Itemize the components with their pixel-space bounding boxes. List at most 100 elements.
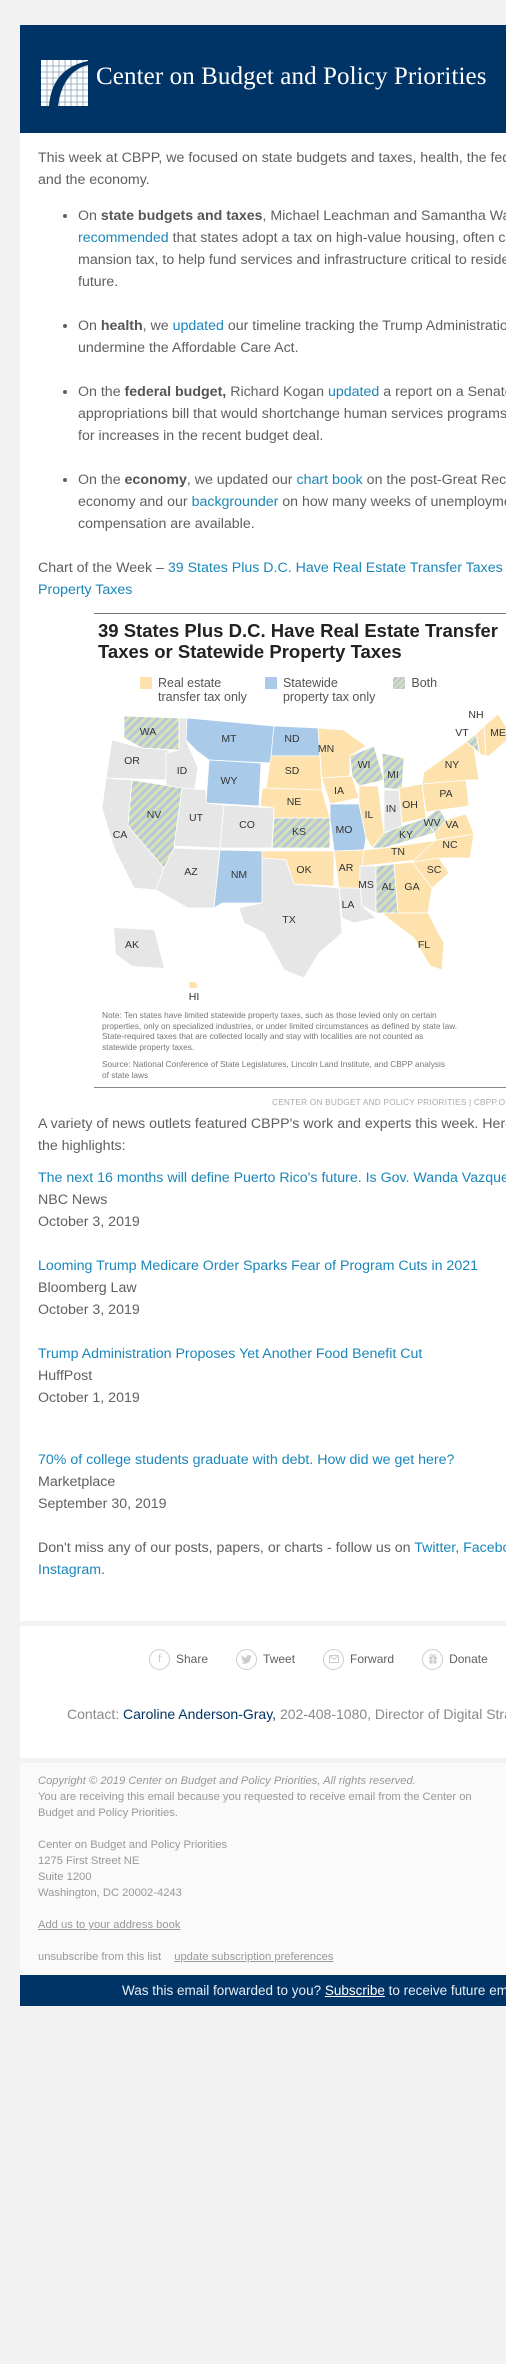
legend-swatch	[393, 677, 406, 689]
state-hi	[189, 982, 198, 988]
state-label-ky: KY	[399, 829, 413, 841]
state-label-al: AL	[382, 881, 395, 893]
chart-top-rule	[94, 613, 506, 614]
donate-button[interactable]: Donate	[422, 1648, 488, 1670]
news-title-link[interactable]: The next 16 months will define Puerto Ri…	[38, 1167, 506, 1189]
backgrounder-link[interactable]: backgrounder	[192, 494, 279, 510]
news-item: The next 16 months will define Puerto Ri…	[38, 1167, 506, 1233]
twitter-icon	[236, 1648, 258, 1670]
list-item: On state budgets and taxes, Michael Leac…	[78, 205, 506, 293]
legend-item-property: Statewide property tax only	[264, 676, 375, 704]
forward-button[interactable]: Forward	[323, 1648, 394, 1670]
legend-item-real-estate: Real estate transfer tax only	[140, 676, 247, 704]
state-label-mt: MT	[221, 733, 237, 745]
state-label-mi: MI	[387, 769, 399, 781]
contact-line: Contact: Caroline Anderson-Gray, 202-408…	[67, 1706, 506, 1722]
state-label-wy: WY	[221, 775, 238, 787]
org-name: Center on Budget and Policy Priorities	[96, 63, 487, 90]
legend-item-both: Both	[393, 676, 437, 704]
state-label-az: AZ	[184, 866, 198, 878]
news-item: Looming Trump Medicare Order Sparks Fear…	[38, 1255, 506, 1321]
state-label-pa: PA	[439, 788, 452, 800]
address-line: Washington, DC 20002-4243	[38, 1887, 182, 1899]
list-item: On the economy, we updated our chart boo…	[78, 469, 506, 535]
state-label-la: LA	[342, 899, 355, 911]
state-label-ca: CA	[113, 829, 128, 841]
subscription-links: unsubscribe from this list update subscr…	[38, 1949, 506, 1965]
add-address-book-link[interactable]: Add us to your address book	[38, 1919, 180, 1931]
state-label-wa: WA	[140, 726, 157, 738]
state-label-id: ID	[177, 765, 188, 777]
state-label-fl: FL	[418, 939, 430, 951]
news-outlet: HuffPost	[38, 1368, 93, 1384]
state-label-sc: SC	[427, 864, 442, 876]
state-label-il: IL	[365, 809, 374, 821]
state-label-co: CO	[239, 819, 255, 831]
highlights-list: On state budgets and taxes, Michael Leac…	[38, 205, 506, 535]
us-map: WA OR CA ID NV MT WY UT AZ CO NM ND SD NE KS OK TX MN IA MO…	[94, 708, 506, 1004]
contact-name: Caroline Anderson-Gray,	[123, 1706, 277, 1722]
intro-text: This week at CBPP, we focused on state b…	[38, 150, 506, 188]
share-facebook-button[interactable]: f Share	[149, 1648, 208, 1670]
address-line: Suite 1200	[38, 1871, 92, 1883]
state-label-sd: SD	[285, 765, 300, 777]
state-label-ny: NY	[445, 759, 460, 771]
tweet-button[interactable]: Tweet	[236, 1648, 295, 1670]
news-title-link[interactable]: 70% of college students graduate with de…	[38, 1449, 506, 1471]
receiving-reason: You are receiving this email because you…	[38, 1791, 472, 1819]
state-label-nh: NH	[468, 709, 483, 721]
updated-report-link[interactable]: updated	[328, 384, 379, 400]
news-date: October 3, 2019	[38, 1214, 140, 1230]
chart-of-the-week: Chart of the Week – 39 States Plus D.C. …	[38, 557, 506, 601]
facebook-icon: f	[149, 1648, 170, 1670]
news-outlet: Marketplace	[38, 1474, 116, 1490]
forwarded-banner: Was this email forwarded to you? Subscri…	[20, 1975, 506, 2006]
state-label-ga: GA	[404, 881, 419, 893]
state-label-me: ME	[490, 727, 506, 739]
subscribe-link[interactable]: Subscribe	[325, 1983, 385, 1998]
envelope-icon	[323, 1648, 345, 1670]
twitter-link[interactable]: Twitter	[414, 1540, 455, 1556]
unsubscribe-link[interactable]: unsubscribe from this list	[38, 1951, 161, 1963]
recommended-link[interactable]: recommended	[78, 230, 169, 246]
chart-book-link[interactable]: chart book	[296, 472, 362, 488]
share-bar: f Share Tweet Forward Donate	[38, 1626, 506, 1670]
state-label-or: OR	[124, 755, 140, 767]
email-footer: Copyright © 2019 Center on Budget and Po…	[20, 1763, 506, 1975]
follow-us-text: Don't miss any of our posts, papers, or …	[38, 1537, 506, 1621]
state-label-ar: AR	[339, 862, 354, 874]
map-legend: Real estate transfer tax only Statewide pr…	[140, 676, 506, 704]
chart-image[interactable]: 39 States Plus D.C. Have Real Estate Tra…	[94, 613, 506, 1113]
chart-source: Source: National Conference of State Leg…	[102, 1059, 445, 1080]
news-date: October 1, 2019	[38, 1390, 140, 1406]
updated-timeline-link[interactable]: updated	[173, 318, 224, 334]
state-label-ia: IA	[334, 785, 344, 797]
state-label-wv: WV	[424, 817, 441, 829]
instagram-link[interactable]: Instagram	[38, 1562, 101, 1578]
address-line: 1275 First Street NE	[38, 1855, 140, 1867]
state-label-ut: UT	[189, 812, 204, 824]
state-label-ms: MS	[358, 879, 374, 891]
state-label-nv: NV	[147, 809, 162, 821]
news-date: September 30, 2019	[38, 1496, 167, 1512]
news-date: October 3, 2019	[38, 1302, 140, 1318]
news-item: 70% of college students graduate with de…	[38, 1449, 506, 1515]
state-label-nd: ND	[284, 733, 300, 745]
list-item: On health, we updated our timeline track…	[78, 315, 506, 359]
news-item: Trump Administration Proposes Yet Anothe…	[38, 1343, 506, 1409]
state-label-hi: HI	[189, 991, 200, 1003]
news-title-link[interactable]: Looming Trump Medicare Order Sparks Fear…	[38, 1255, 506, 1277]
chart-title: 39 States Plus D.C. Have Real Estate Tra…	[98, 620, 498, 662]
state-label-oh: OH	[402, 799, 418, 811]
news-intro: A variety of news outlets featured CBPP'…	[38, 1116, 506, 1154]
state-label-ak: AK	[125, 939, 139, 951]
state-label-in: IN	[386, 803, 397, 815]
state-label-vt: VT	[455, 727, 469, 739]
update-preferences-link[interactable]: update subscription preferences	[174, 1951, 333, 1963]
state-label-tx: TX	[282, 914, 295, 926]
list-item: On the federal budget, Richard Kogan upd…	[78, 381, 506, 447]
chart-credit: CENTER ON BUDGET AND POLICY PRIORITIES |…	[272, 1097, 506, 1107]
news-title-link[interactable]: Trump Administration Proposes Yet Anothe…	[38, 1343, 506, 1365]
facebook-link[interactable]: Facebook	[463, 1540, 506, 1556]
address-line: Center on Budget and Policy Priorities	[38, 1839, 228, 1851]
